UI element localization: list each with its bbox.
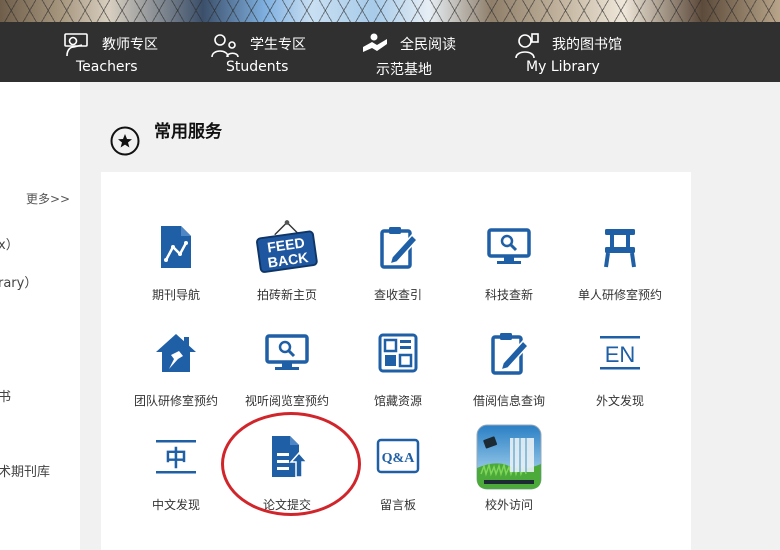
zh-glyph: 中 (165, 447, 187, 472)
qa-glyph: Q&A (382, 451, 416, 466)
nav-reading-cn: 全民阅读 (400, 37, 456, 53)
service-thesis-submission[interactable]: 论文提交 (232, 424, 342, 514)
upload-doc-icon (272, 436, 309, 478)
monitor-search-icon (265, 334, 309, 370)
star-circle-icon (110, 126, 140, 156)
reading-icon (363, 33, 387, 52)
journal-nav-icon (161, 226, 191, 268)
en-glyph: EN (605, 342, 636, 367)
offcampus-app-icon (476, 424, 542, 490)
list-item[interactable]: 术期刊库 (0, 461, 50, 480)
service-label: 单人研修室预约 (577, 288, 662, 302)
my-library-icon (515, 33, 539, 59)
nav-item-my-library[interactable]: 我的图书馆 My Library (512, 22, 632, 82)
service-collection-resources[interactable]: 馆藏资源 (343, 320, 453, 410)
nav-teachers-en: Teachers (76, 59, 138, 75)
service-av-reading-room[interactable]: 视听阅览室预约 (232, 320, 342, 410)
zh-discovery-icon: 中 (156, 440, 196, 474)
list-item[interactable]: 书 (0, 386, 11, 405)
service-off-campus-access[interactable]: 校外访问 (454, 424, 564, 514)
qa-board-icon: Q&A (376, 438, 420, 474)
service-borrowing-info[interactable]: 借阅信息查询 (454, 320, 564, 410)
teacher-icon (64, 33, 88, 57)
service-team-study-room[interactable]: 团队研修室预约 (121, 320, 231, 410)
nav-my-library-en: My Library (526, 59, 600, 75)
students-icon (211, 34, 239, 58)
service-foreign-discovery[interactable]: EN 外文发现 (565, 320, 675, 410)
left-news-panel: 更多>> x） rary） 书 术期刊库 (0, 82, 80, 550)
monitor-search-icon (487, 228, 531, 264)
service-label: 外文发现 (595, 394, 644, 408)
service-novelty-search[interactable]: 科技查新 (454, 214, 564, 304)
list-item[interactable]: x） (0, 234, 19, 253)
chair-icon (604, 229, 636, 268)
list-item[interactable]: rary） (0, 272, 37, 291)
house-pin-icon (156, 334, 196, 372)
service-citation-check[interactable]: 查收查引 (343, 214, 453, 304)
edit-doc-icon (491, 333, 530, 375)
more-link[interactable]: 更多>> (26, 190, 70, 207)
services-panel: 期刊导航 FEED BACK 拍砖新主页 查收查引 科技查新 单人研修室预约 团… (101, 172, 691, 550)
grid-resources-icon (378, 333, 418, 373)
feedback-sign-icon: FEED BACK (256, 220, 318, 273)
nav-item-reading[interactable]: 全民阅读 示范基地 (360, 22, 470, 82)
service-chinese-discovery[interactable]: 中 中文发现 (121, 424, 231, 514)
header-banner-image (0, 0, 780, 24)
service-single-study-room[interactable]: 单人研修室预约 (565, 214, 675, 304)
service-feedback-home[interactable]: FEED BACK 拍砖新主页 (232, 214, 342, 304)
nav-students-en: Students (226, 59, 289, 75)
service-label: 校外访问 (484, 498, 533, 512)
nav-teachers-cn: 教师专区 (102, 37, 158, 53)
nav-my-library-cn: 我的图书馆 (552, 37, 622, 53)
main-nav: 教师专区 Teachers 学生专区 Students 全民阅读 示范基地 我的… (0, 22, 780, 82)
nav-item-teachers[interactable]: 教师专区 Teachers (62, 22, 172, 82)
section-title: 常用服务 (154, 122, 222, 142)
service-journal-nav[interactable]: 期刊导航 (121, 214, 231, 304)
en-discovery-icon: EN (600, 336, 640, 370)
nav-reading-en: 示范基地 (376, 62, 432, 78)
edit-doc-icon (380, 227, 419, 269)
nav-students-cn: 学生专区 (250, 37, 306, 53)
nav-item-students[interactable]: 学生专区 Students (210, 22, 320, 82)
service-message-board[interactable]: Q&A 留言板 (343, 424, 453, 514)
